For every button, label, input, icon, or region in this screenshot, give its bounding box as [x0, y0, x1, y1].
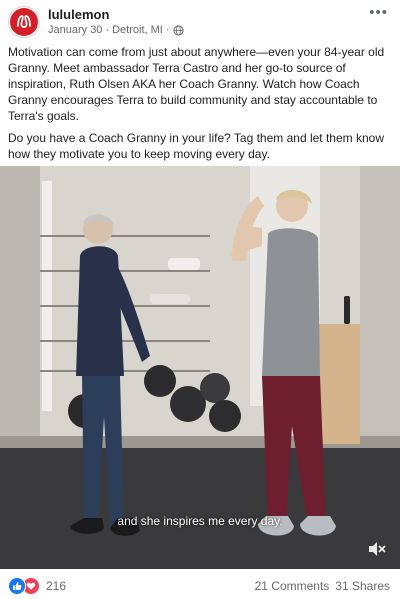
- video-frame: [0, 166, 400, 569]
- speaker-muted-icon: [369, 542, 386, 556]
- meta-separator-2: ·: [165, 24, 170, 36]
- like-reaction-icon: [8, 577, 26, 595]
- post-message: Motivation can come from just about anyw…: [8, 44, 394, 168]
- post-footer: 216 21 Comments 31 Shares: [0, 572, 400, 599]
- more-options-button[interactable]: •••: [369, 4, 388, 21]
- post-text-paragraph-1: Motivation can come from just about anyw…: [8, 45, 385, 123]
- video-caption: and she inspires me every day.: [117, 514, 283, 528]
- mute-button[interactable]: [368, 541, 386, 557]
- video-player[interactable]: and she inspires me every day.: [0, 166, 400, 569]
- post-header: lululemon January 30 · Detroit, MI · •••: [0, 0, 400, 42]
- reactions-count: 216: [46, 579, 67, 593]
- reactions-summary[interactable]: 216: [8, 577, 66, 595]
- page-avatar[interactable]: [8, 6, 40, 38]
- lululemon-logo: [10, 8, 38, 36]
- post-meta: January 30 · Detroit, MI ·: [48, 24, 184, 36]
- shares-count-link[interactable]: 31 Shares: [335, 579, 390, 593]
- ellipsis-icon: •••: [369, 4, 388, 21]
- meta-separator: ·: [105, 24, 110, 36]
- post-location[interactable]: Detroit, MI: [112, 24, 163, 36]
- post-text-paragraph-2: Do you have a Coach Granny in your life?…: [8, 131, 384, 161]
- engagement-counts: 21 Comments 31 Shares: [255, 579, 390, 593]
- post-date[interactable]: January 30: [48, 24, 102, 36]
- globe-icon: [172, 24, 184, 36]
- comments-count-link[interactable]: 21 Comments: [255, 579, 330, 593]
- page-name[interactable]: lululemon: [48, 7, 109, 22]
